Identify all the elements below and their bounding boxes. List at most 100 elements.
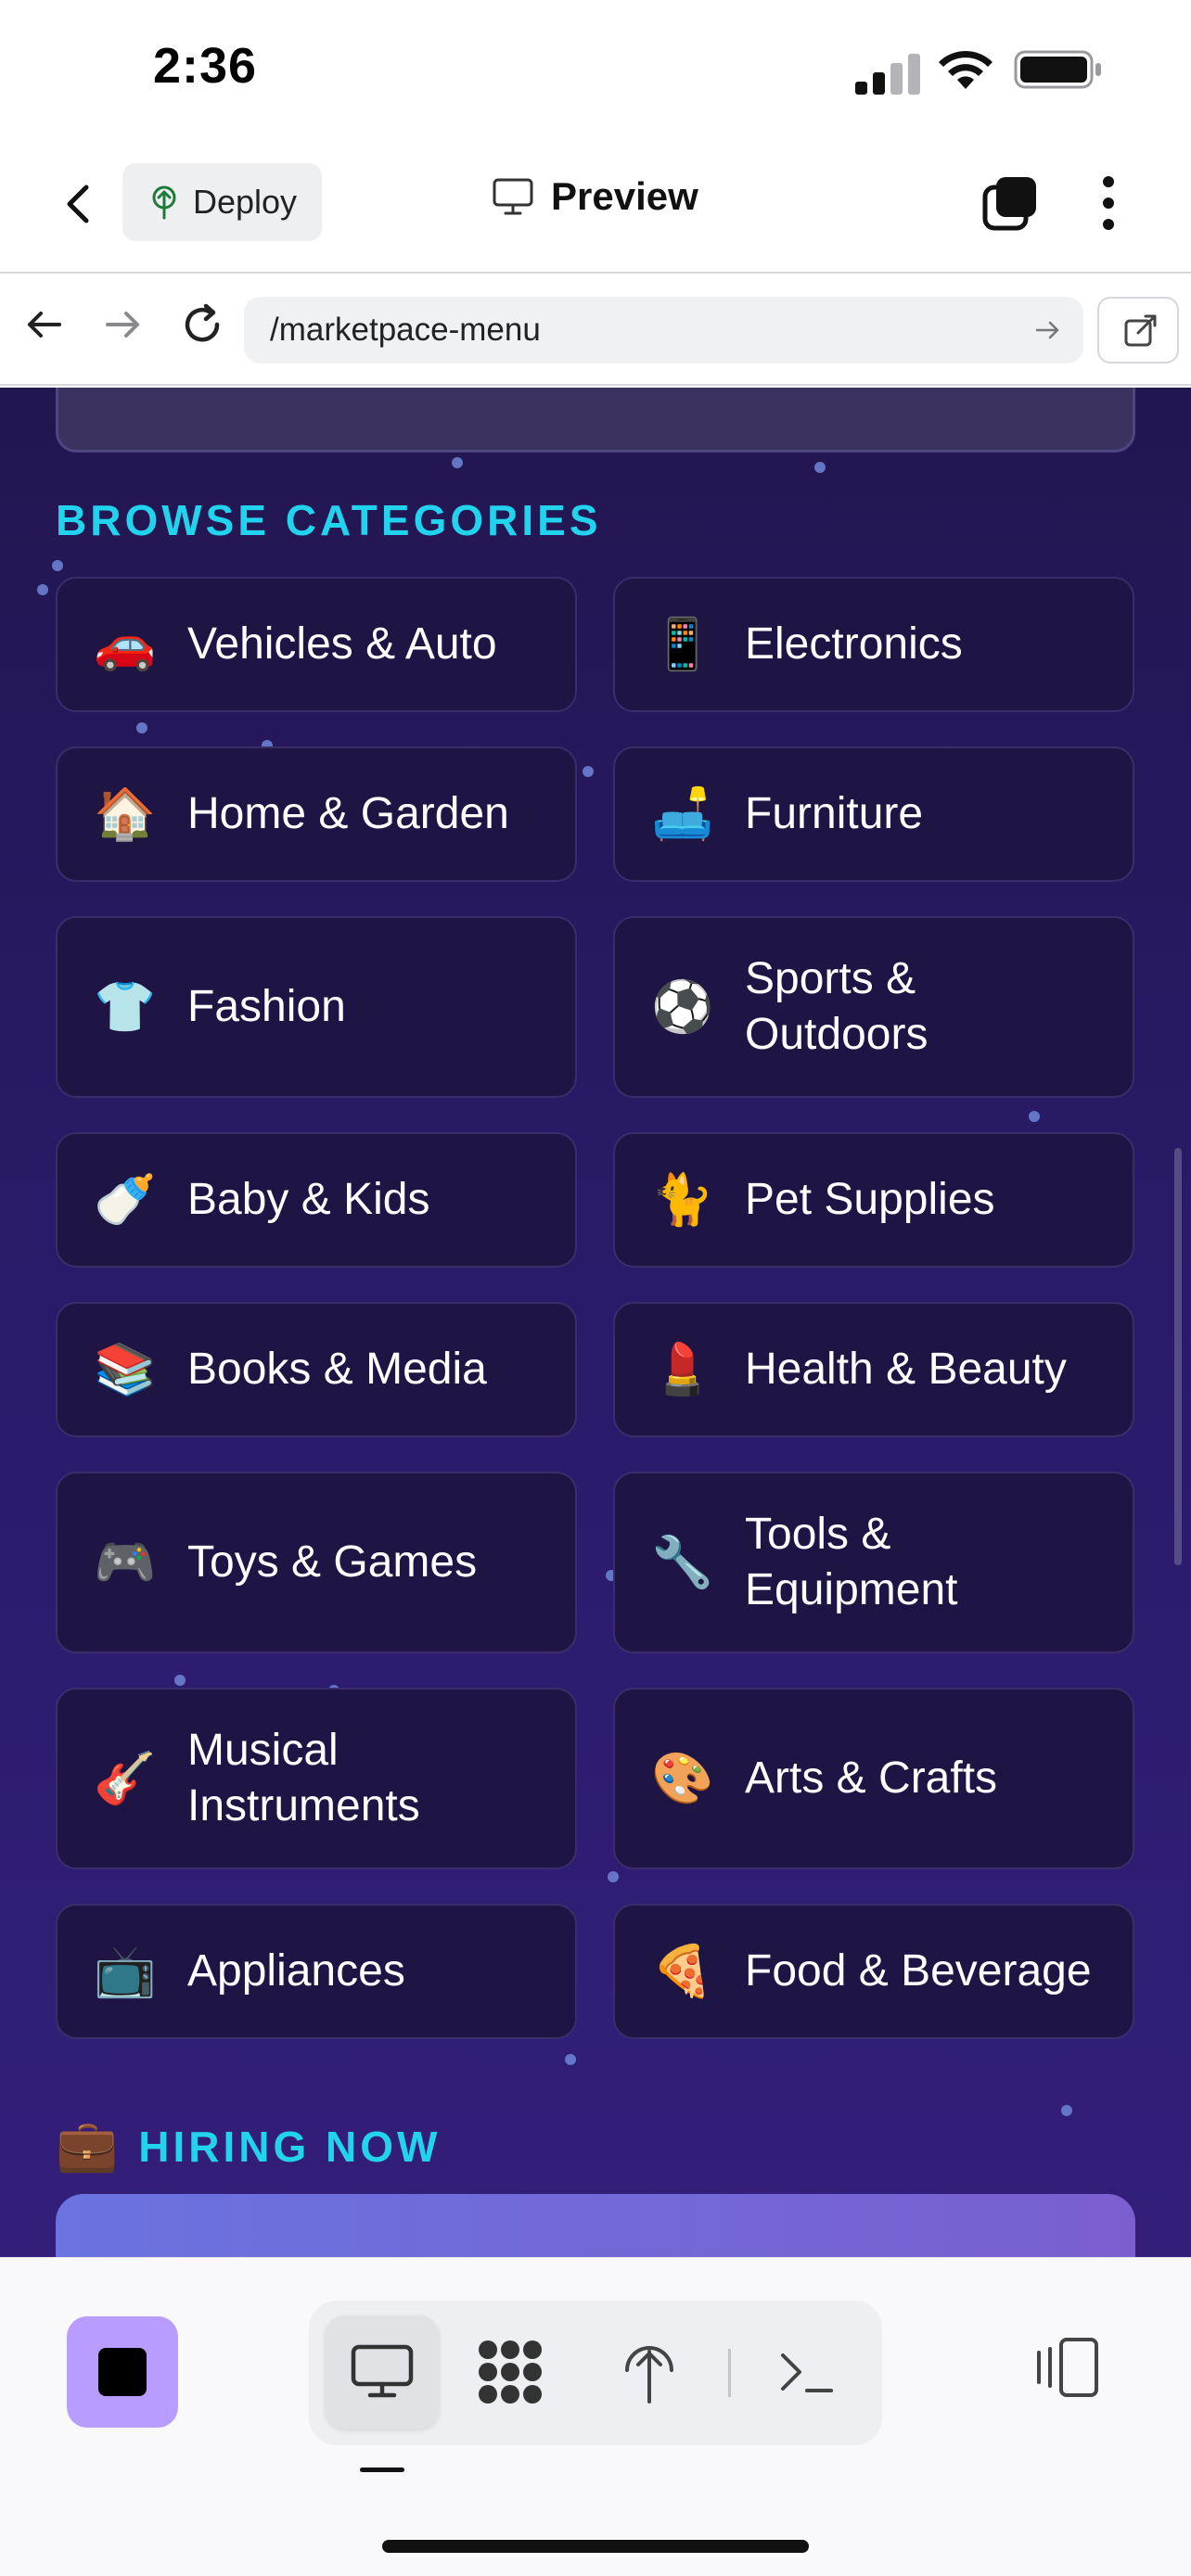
category-arts-crafts[interactable]: 🎨 Arts & Crafts <box>613 1688 1134 1869</box>
category-label: Appliances <box>187 1946 405 1996</box>
category-musical-instruments[interactable]: 🎸 Musical Instruments <box>56 1688 577 1869</box>
search-card[interactable] <box>56 388 1135 453</box>
cellular-signal-icon <box>855 54 920 95</box>
arrow-left-icon[interactable] <box>22 302 67 347</box>
category-books-media[interactable]: 📚 Books & Media <box>56 1302 577 1437</box>
background-dot <box>565 2054 576 2065</box>
shirt-icon: 👕 <box>94 979 157 1035</box>
deploy-icon <box>152 185 176 220</box>
hiring-card[interactable] <box>56 2194 1135 2257</box>
wifi-icon <box>939 50 992 89</box>
lipstick-icon: 💄 <box>651 1342 714 1397</box>
background-dot <box>174 1675 186 1686</box>
components-tab[interactable] <box>454 2315 567 2429</box>
category-furniture[interactable]: 🛋️ Furniture <box>613 746 1134 882</box>
category-fashion[interactable]: 👕 Fashion <box>56 916 577 1098</box>
house-icon: 🏠 <box>94 786 157 842</box>
briefcase-icon: 💼 <box>56 2118 119 2174</box>
category-electronics[interactable]: 📱 Electronics <box>613 577 1134 712</box>
background-dot <box>608 1871 619 1882</box>
category-label: Furniture <box>745 789 924 838</box>
deploy-icon <box>625 2346 673 2404</box>
view-switcher <box>309 2301 882 2445</box>
back-chevron-icon[interactable] <box>51 176 107 232</box>
category-vehicles-auto[interactable]: 🚗 Vehicles & Auto <box>56 577 577 712</box>
soccer-ball-icon: ⚽ <box>651 979 714 1035</box>
panel-toggle-icon[interactable] <box>1030 2330 1104 2404</box>
phone-icon: 📱 <box>651 617 714 672</box>
hiring-now-title: HIRING NOW <box>138 2122 442 2171</box>
background-dot <box>136 722 147 733</box>
terminal-icon <box>781 2353 833 2392</box>
status-bar: 2:36 <box>0 0 1191 139</box>
toolbar-divider <box>728 2349 731 2397</box>
category-label: Electronics <box>745 619 963 669</box>
url-text: /marketpace-menu <box>270 312 541 348</box>
hiring-now-heading: 💼 HIRING NOW <box>56 2117 441 2175</box>
couch-icon: 🛋️ <box>651 786 714 842</box>
components-icon <box>479 2340 542 2404</box>
category-label: Food & Beverage <box>745 1946 1092 1996</box>
browser-bar: /marketpace-menu <box>0 274 1191 386</box>
cat-icon: 🐈 <box>651 1172 714 1228</box>
category-appliances[interactable]: 📺 Appliances <box>56 1904 577 2039</box>
category-label: Tools & Equipment <box>745 1510 958 1614</box>
guitar-icon: 🎸 <box>94 1751 157 1806</box>
terminal-tab[interactable] <box>750 2315 864 2429</box>
category-home-garden[interactable]: 🏠 Home & Garden <box>56 746 577 882</box>
go-arrow-icon[interactable] <box>1033 315 1063 345</box>
open-external-button[interactable] <box>1097 297 1179 363</box>
game-controller-icon: 🎮 <box>94 1535 157 1590</box>
category-label: Health & Beauty <box>745 1345 1067 1394</box>
category-label: Baby & Kids <box>187 1175 430 1224</box>
category-label: Books & Media <box>187 1345 487 1394</box>
stop-icon <box>98 2348 147 2396</box>
background-dot <box>814 462 826 473</box>
home-indicator <box>382 2540 809 2553</box>
page-content[interactable]: BROWSE CATEGORIES 🚗 Vehicles & Auto 📱 El… <box>0 388 1191 2257</box>
url-input[interactable]: /marketpace-menu <box>244 297 1083 363</box>
category-label: Vehicles & Auto <box>187 619 497 669</box>
category-label: Home & Garden <box>187 789 509 838</box>
category-tools-equipment[interactable]: 🔧 Tools & Equipment <box>613 1472 1134 1653</box>
category-baby-kids[interactable]: 🍼 Baby & Kids <box>56 1132 577 1268</box>
deploy-tab[interactable] <box>593 2315 706 2429</box>
category-toys-games[interactable]: 🎮 Toys & Games <box>56 1472 577 1653</box>
category-label: Musical Instruments <box>187 1726 420 1830</box>
stop-button[interactable] <box>67 2316 178 2428</box>
preview-icon <box>351 2344 414 2398</box>
preview-tab[interactable] <box>326 2315 439 2429</box>
background-dot <box>1029 1111 1040 1122</box>
car-icon: 🚗 <box>94 617 157 672</box>
arrow-right-icon[interactable] <box>100 302 145 347</box>
pizza-icon: 🍕 <box>651 1944 714 1999</box>
reload-icon[interactable] <box>178 300 226 349</box>
tabs-icon[interactable] <box>981 174 1039 232</box>
browse-categories-title: BROWSE CATEGORIES <box>56 496 602 544</box>
scrollbar-thumb[interactable] <box>1174 1148 1182 1565</box>
deploy-button[interactable]: Deploy <box>122 163 322 241</box>
background-dot <box>52 560 63 571</box>
background-dot <box>452 457 463 468</box>
category-health-beauty[interactable]: 💄 Health & Beauty <box>613 1302 1134 1437</box>
background-dot <box>37 584 48 595</box>
category-pet-supplies[interactable]: 🐈 Pet Supplies <box>613 1132 1134 1268</box>
app-header: Deploy Preview <box>0 139 1191 274</box>
background-dot <box>1061 2105 1072 2116</box>
status-time: 2:36 <box>153 38 258 94</box>
battery-icon <box>1014 50 1101 89</box>
category-label: Toys & Games <box>187 1537 478 1587</box>
wrench-icon: 🔧 <box>651 1535 714 1590</box>
preview-title[interactable]: Preview <box>492 174 698 219</box>
bottom-toolbar <box>0 2257 1191 2576</box>
television-icon: 📺 <box>94 1944 157 1999</box>
category-label: Sports & Outdoors <box>745 954 928 1059</box>
monitor-icon <box>493 178 533 215</box>
external-link-icon <box>1124 314 1157 347</box>
more-options-icon[interactable] <box>1085 172 1132 234</box>
category-label: Arts & Crafts <box>745 1753 998 1803</box>
category-sports-outdoors[interactable]: ⚽ Sports & Outdoors <box>613 916 1134 1098</box>
category-label: Pet Supplies <box>745 1175 995 1224</box>
category-food-beverage[interactable]: 🍕 Food & Beverage <box>613 1904 1134 2039</box>
category-label: Fashion <box>187 982 346 1031</box>
